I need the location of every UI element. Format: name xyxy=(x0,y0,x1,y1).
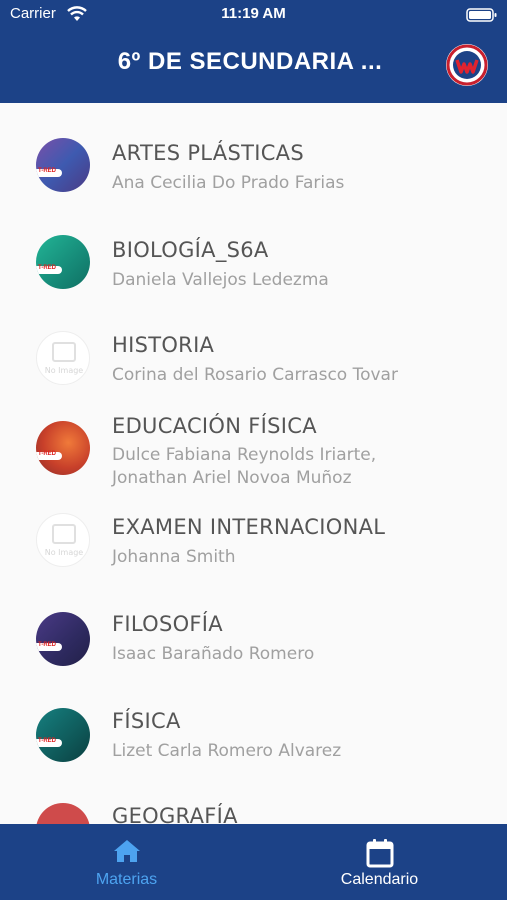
course-item[interactable]: T-RED EDUCACIÓN FÍSICA Dulce Fabiana Rey… xyxy=(0,395,507,495)
course-title: GEOGRAFÍA xyxy=(112,804,238,824)
course-item[interactable]: No Image EXAMEN INTERNACIONAL Johanna Sm… xyxy=(0,497,507,597)
image-placeholder-icon xyxy=(52,342,76,362)
course-teacher: Isaac Barañado Romero xyxy=(112,644,315,664)
course-avatar: T-RED xyxy=(36,138,90,192)
course-title: ARTES PLÁSTICAS xyxy=(112,141,304,165)
battery-icon xyxy=(466,8,497,22)
course-avatar xyxy=(36,803,90,824)
tab-materias[interactable]: Materias xyxy=(0,824,253,900)
course-item[interactable]: T-RED ARTES PLÁSTICAS Ana Cecilia Do Pra… xyxy=(0,119,507,214)
course-badge: T-RED xyxy=(36,451,62,460)
tab-label: Materias xyxy=(95,871,158,888)
school-logo[interactable] xyxy=(446,44,488,86)
course-badge: T-RED xyxy=(36,642,62,651)
course-title: HISTORIA xyxy=(112,333,215,357)
course-title: FÍSICA xyxy=(112,709,181,733)
app-header: Carrier 11:19 AM 6º DE SECUNDARIA ... xyxy=(0,0,507,103)
course-title: FILOSOFÍA xyxy=(112,612,223,636)
course-title: EXAMEN INTERNACIONAL xyxy=(112,515,386,539)
course-title: BIOLOGÍA_S6A xyxy=(112,238,269,262)
status-time: 11:19 AM xyxy=(221,5,286,22)
course-item[interactable]: GEOGRAFÍA xyxy=(0,793,507,824)
tab-calendario[interactable]: Calendario xyxy=(253,824,506,900)
course-badge: T-RED xyxy=(36,738,62,747)
status-bar: Carrier 11:19 AM xyxy=(0,0,507,30)
home-icon xyxy=(113,840,140,862)
no-image-avatar: No Image xyxy=(36,513,90,567)
course-avatar: T-RED xyxy=(36,612,90,666)
course-teacher: Lizet Carla Romero Alvarez xyxy=(112,741,342,761)
course-teacher: Ana Cecilia Do Prado Farias xyxy=(112,173,345,193)
course-teacher: Daniela Vallejos Ledezma xyxy=(112,270,329,290)
course-list[interactable]: T-RED ARTES PLÁSTICAS Ana Cecilia Do Pra… xyxy=(0,103,507,824)
course-item[interactable]: T-RED BIOLOGÍA_S6A Daniela Vallejos Lede… xyxy=(0,216,507,311)
school-logo-icon xyxy=(446,44,488,86)
course-title: EDUCACIÓN FÍSICA xyxy=(112,414,317,438)
course-teacher: Johanna Smith xyxy=(112,547,236,567)
course-badge: T-RED xyxy=(36,265,62,274)
course-teacher: Corina del Rosario Carrasco Tovar xyxy=(112,365,398,385)
course-avatar: T-RED xyxy=(36,421,90,475)
course-avatar: T-RED xyxy=(36,235,90,289)
no-image-label: No Image xyxy=(44,548,84,557)
tab-bar: Materias Calendario xyxy=(0,824,507,900)
course-teacher: Dulce Fabiana Reynolds Iriarte, xyxy=(112,445,377,465)
tab-label: Calendario xyxy=(340,871,419,888)
no-image-label: No Image xyxy=(44,366,84,375)
page-title: 6º DE SECUNDARIA ... xyxy=(117,48,383,75)
course-avatar: T-RED xyxy=(36,708,90,762)
course-teacher: Jonathan Ariel Novoa Muñoz xyxy=(112,468,352,488)
course-item[interactable]: No Image HISTORIA Corina del Rosario Car… xyxy=(0,313,507,393)
course-item[interactable]: T-RED FILOSOFÍA Isaac Barañado Romero xyxy=(0,599,507,694)
image-placeholder-icon xyxy=(52,524,76,544)
course-badge: T-RED xyxy=(36,168,62,177)
calendar-icon xyxy=(366,839,393,868)
course-item[interactable]: T-RED FÍSICA Lizet Carla Romero Alvarez xyxy=(0,696,507,791)
no-image-avatar: No Image xyxy=(36,331,90,385)
